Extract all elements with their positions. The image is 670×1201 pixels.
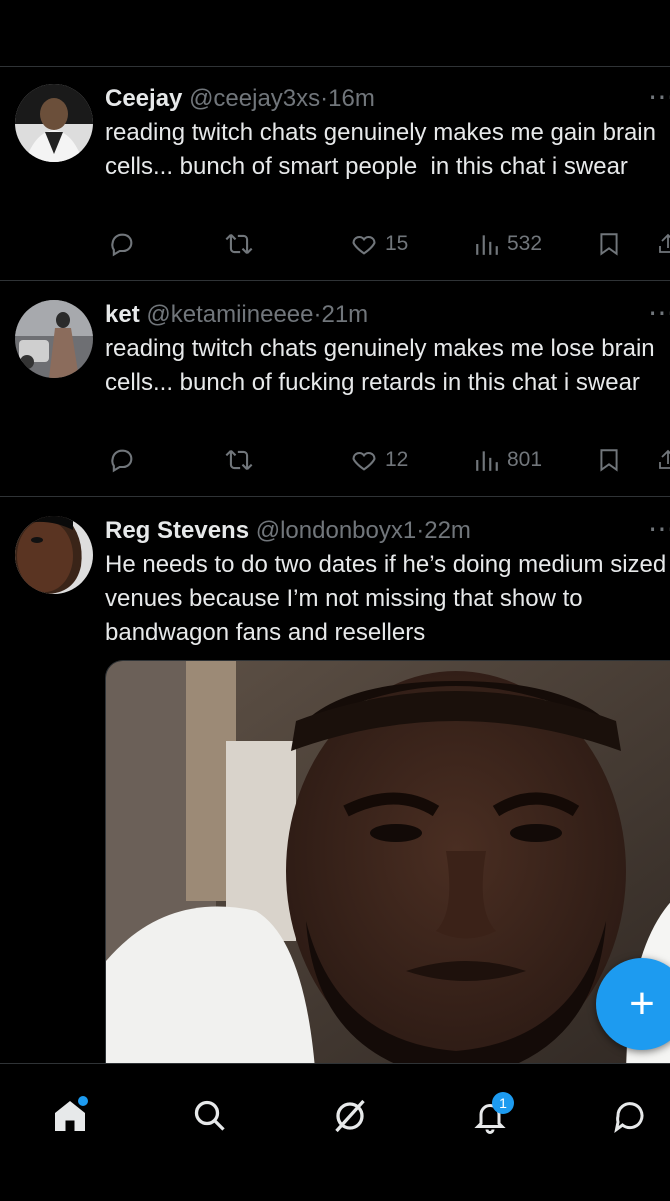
share-icon	[659, 449, 670, 469]
messages-icon	[614, 1102, 644, 1134]
tweet-text: reading twitch chats genuinely makes me …	[105, 119, 663, 180]
tweet-actions: 12 801	[0, 446, 670, 482]
bookmark-icon	[600, 449, 618, 472]
bookmark-button[interactable]	[596, 446, 622, 474]
more-options-icon[interactable]: ⋯	[648, 512, 670, 545]
views-icon	[476, 235, 498, 255]
heart-icon	[352, 451, 376, 471]
search-icon	[194, 1100, 225, 1131]
bookmark-icon	[600, 233, 618, 256]
notification-count: 1	[492, 1092, 514, 1114]
tweet-media-image[interactable]	[105, 660, 670, 1082]
grok-icon	[335, 1099, 365, 1133]
views-button[interactable]: 801	[474, 446, 542, 474]
repost-button[interactable]	[224, 230, 254, 258]
reply-icon	[111, 233, 133, 257]
nav-grok[interactable]	[320, 1086, 380, 1146]
plus-icon: +	[629, 979, 655, 1028]
author-name[interactable]: ket	[105, 301, 140, 328]
view-count: 532	[507, 232, 543, 255]
bottom-navigation: 1	[0, 1063, 670, 1201]
nav-messages[interactable]	[600, 1086, 660, 1146]
avatar[interactable]	[15, 516, 93, 594]
like-button[interactable]: 12	[350, 446, 408, 474]
tweet-header: Ceejay @ceejay3xs·16m	[105, 84, 670, 114]
tweet-text: He needs to do two dates if he’s doing m…	[105, 551, 667, 646]
repost-icon	[225, 450, 253, 470]
reply-button[interactable]	[108, 230, 136, 258]
like-count: 15	[385, 232, 409, 255]
avatar[interactable]	[15, 84, 93, 162]
views-icon	[476, 451, 498, 471]
timestamp[interactable]: 21m	[321, 301, 368, 328]
like-count: 12	[385, 448, 409, 471]
tweet-header: ket @ketamiineeee·21m	[105, 300, 670, 330]
avatar[interactable]	[15, 300, 93, 378]
tweet-divider	[0, 280, 670, 281]
nav-notifications[interactable]: 1	[460, 1086, 520, 1146]
separator-dot: ·	[320, 85, 329, 112]
tweet-text: reading twitch chats genuinely makes me …	[105, 335, 662, 396]
unread-dot	[78, 1096, 88, 1106]
author-handle[interactable]: @ketamiineeee	[146, 301, 313, 328]
author-handle[interactable]: @londonboyx1	[256, 517, 416, 544]
reply-icon	[111, 449, 133, 473]
author-name[interactable]: Reg Stevens	[105, 517, 249, 544]
timestamp[interactable]: 16m	[328, 85, 375, 112]
share-icon	[659, 233, 670, 253]
tweet-actions: 15 532	[0, 230, 670, 266]
like-button[interactable]: 15	[350, 230, 408, 258]
views-button[interactable]: 532	[474, 230, 542, 258]
tweet-header: Reg Stevens @londonboyx1·22m	[105, 516, 670, 546]
more-options-icon[interactable]: ⋯	[648, 80, 670, 113]
reply-button[interactable]	[108, 446, 136, 474]
more-options-icon[interactable]: ⋯	[648, 296, 670, 329]
top-divider	[0, 66, 670, 67]
nav-home[interactable]	[40, 1086, 100, 1146]
tweet-divider	[0, 496, 670, 497]
view-count: 801	[507, 448, 543, 471]
bookmark-button[interactable]	[596, 230, 622, 258]
timestamp[interactable]: 22m	[424, 517, 471, 544]
share-button[interactable]	[656, 446, 670, 474]
author-handle[interactable]: @ceejay3xs	[189, 85, 320, 112]
heart-icon	[352, 235, 376, 255]
share-button[interactable]	[656, 230, 670, 258]
author-name[interactable]: Ceejay	[105, 85, 182, 112]
repost-button[interactable]	[224, 446, 254, 474]
nav-search[interactable]	[180, 1086, 240, 1146]
repost-icon	[225, 234, 253, 254]
